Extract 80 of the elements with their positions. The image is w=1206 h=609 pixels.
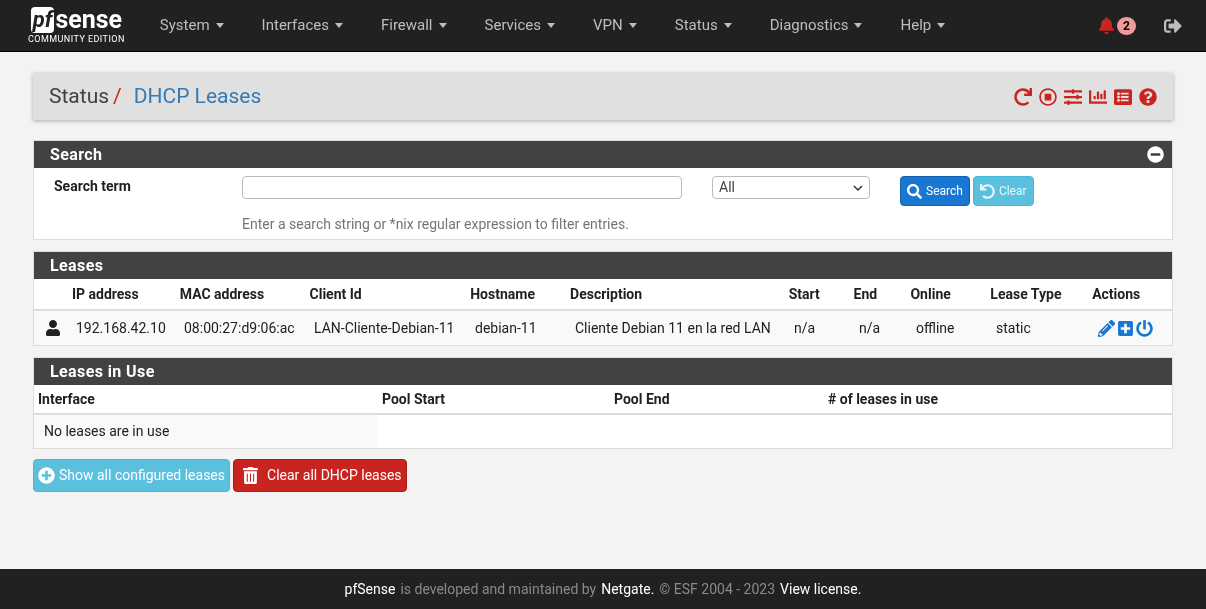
column-header: Pool Start — [381, 389, 446, 409]
search-field[interactable] — [242, 176, 682, 199]
column-header: IP address — [71, 284, 140, 304]
caret-icon — [438, 23, 447, 28]
plus-icon — [38, 467, 55, 484]
column-header: Online — [910, 284, 952, 304]
chevron-icon — [853, 184, 863, 191]
table-cell-text: Cliente Debian 11 en la red LAN — [574, 318, 772, 338]
logo-mark: pf — [30, 6, 55, 33]
caret-icon — [854, 23, 863, 28]
table-cell-text: 08:00:27:d9:06:ac — [183, 318, 296, 338]
column-header: Pool End — [613, 389, 671, 409]
caret-icon — [334, 23, 343, 28]
help-text: Enter a search string or *nix regular expression to filter entries. — [242, 215, 630, 234]
column-header: Start — [788, 284, 821, 304]
breadcrumb-separator: / — [113, 82, 122, 110]
notifications-button[interactable]: 2 — [1098, 16, 1136, 35]
nav-menu[interactable]: Firewall — [361, 0, 466, 51]
caret-icon — [547, 23, 556, 28]
panel-title: Search — [50, 143, 103, 166]
column-header: Client Id — [309, 284, 363, 304]
nav-menu[interactable]: Help — [881, 0, 965, 51]
panel-title: Leases — [50, 254, 104, 277]
table-cell-text: offline — [915, 318, 956, 338]
column-header: # of leases in use — [827, 389, 939, 409]
copyright-text: © ESF 2004 - 2023 — [659, 579, 776, 599]
logo-edition: COMMUNITY EDITION — [28, 32, 125, 45]
undo-icon — [979, 183, 995, 199]
column-header: Actions — [1092, 284, 1142, 304]
settings-icon[interactable] — [1064, 87, 1082, 106]
table-cell-text: n/a — [793, 318, 817, 338]
notification-badge: 2 — [1117, 16, 1136, 35]
caret-icon — [723, 23, 732, 28]
caret-icon — [628, 23, 637, 28]
search-icon — [907, 183, 922, 199]
table-cell-text: n/a — [858, 318, 882, 338]
caret-icon — [215, 23, 224, 28]
search-button[interactable]: Search — [900, 176, 970, 206]
edit-icon[interactable] — [1098, 319, 1115, 337]
breadcrumb-parent[interactable]: Status — [49, 80, 110, 113]
footer-brand: pfSense — [344, 579, 396, 599]
column-header: Description — [570, 284, 644, 304]
field-label: Search term — [53, 177, 132, 196]
column-header: Lease Type — [990, 284, 1063, 304]
table-cell-text: 192.168.42.10 — [75, 318, 167, 338]
table-cell-text: debian-11 — [474, 318, 538, 338]
nav-menu[interactable]: System — [140, 0, 243, 51]
help-icon[interactable] — [1139, 87, 1157, 106]
nav-menu[interactable]: VPN — [574, 0, 656, 51]
footer-text: is developed and maintained by — [400, 579, 597, 599]
filter-select[interactable]: All — [712, 176, 870, 199]
chart-icon[interactable] — [1089, 87, 1107, 106]
empty-message: No leases are in use — [34, 415, 378, 448]
table-cell-text: static — [995, 318, 1032, 338]
panel-title: Leases in Use — [50, 360, 155, 383]
user-icon — [45, 320, 61, 336]
nav-menu[interactable]: Status — [655, 0, 751, 51]
logo[interactable]: pfsense COMMUNITY EDITION — [28, 6, 125, 45]
collapse-icon[interactable] — [1147, 146, 1164, 163]
add-icon[interactable] — [1117, 319, 1134, 337]
power-icon[interactable] — [1136, 319, 1153, 337]
caret-icon — [937, 23, 946, 28]
column-header: Interface — [37, 389, 96, 409]
column-header: MAC address — [179, 284, 266, 304]
logo-word: sense — [55, 6, 123, 33]
trash-icon — [242, 467, 259, 484]
table-cell-text: LAN-Cliente-Debian-11 — [313, 318, 456, 338]
action-button[interactable]: Clear all DHCP leases — [233, 459, 407, 492]
stop-icon[interactable] — [1039, 87, 1057, 106]
license-link[interactable]: View license. — [780, 578, 862, 600]
column-header: End — [853, 284, 879, 304]
bell-icon — [1098, 17, 1116, 34]
nav-menu[interactable]: Services — [465, 0, 575, 51]
company-link[interactable]: Netgate. — [601, 578, 655, 600]
reload-icon[interactable] — [1014, 87, 1032, 106]
list-icon[interactable] — [1114, 87, 1132, 106]
column-header: Hostname — [470, 284, 536, 304]
nav-menu[interactable]: Interfaces — [242, 0, 362, 51]
nav-menu[interactable]: Diagnostics — [750, 0, 882, 51]
logout-icon[interactable] — [1164, 16, 1182, 35]
